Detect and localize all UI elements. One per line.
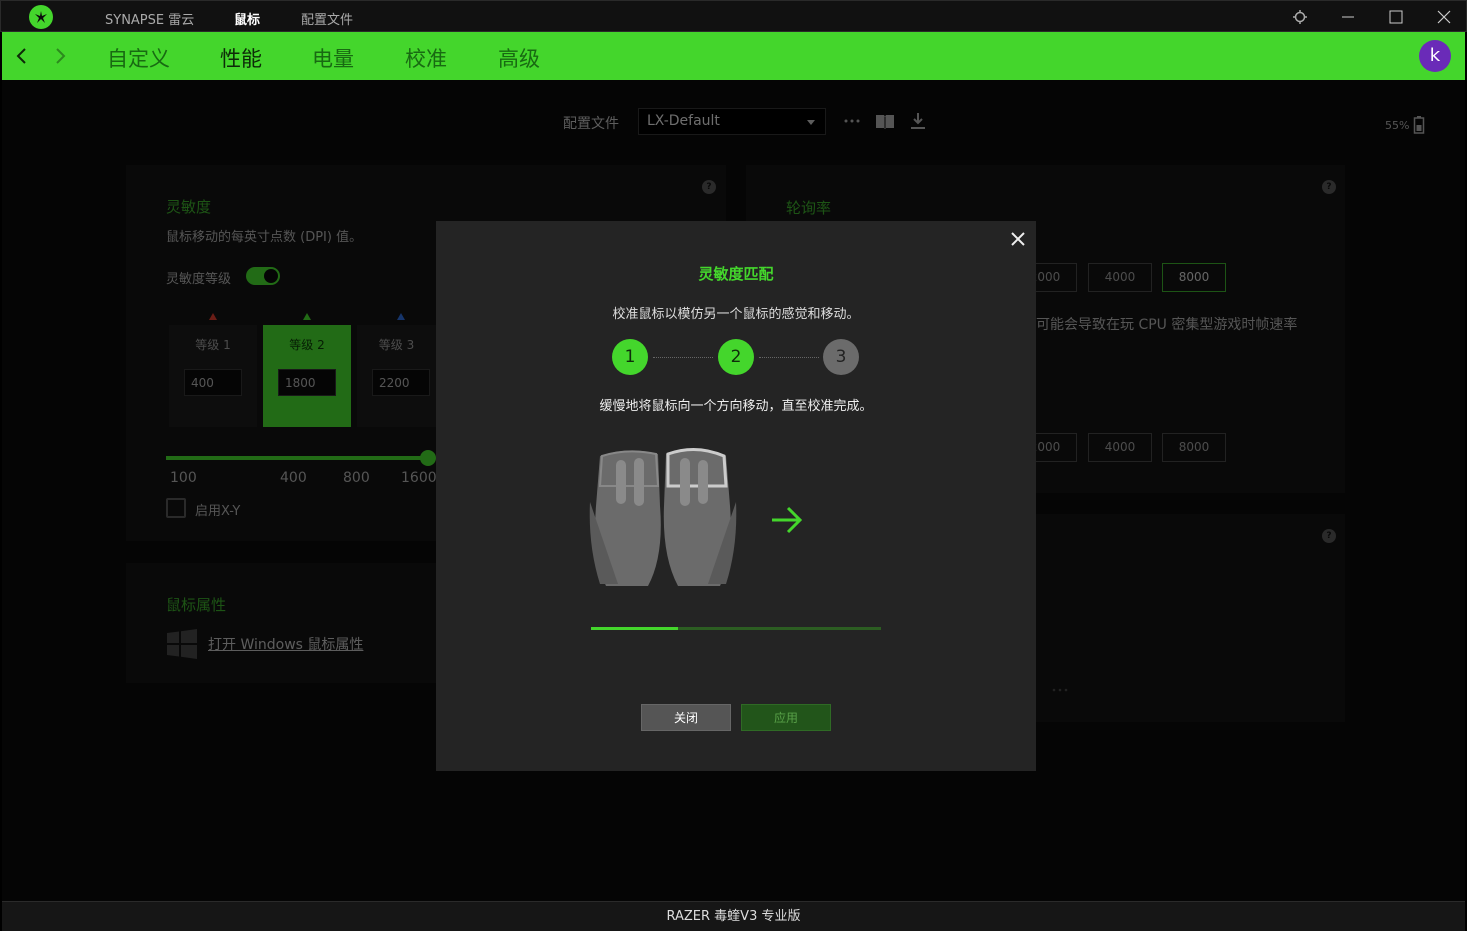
- forward-arrow-icon[interactable]: [50, 46, 70, 66]
- device-name-footer: RAZER 毒蝰V3 专业版: [2, 901, 1465, 931]
- maximize-icon[interactable]: [1386, 7, 1406, 27]
- dialog-title: 灵敏度匹配: [698, 265, 774, 283]
- step-3-indicator: 3: [823, 339, 859, 375]
- close-window-icon[interactable]: [1434, 7, 1454, 27]
- tab-synapse[interactable]: SYNAPSE 雷云: [105, 9, 194, 28]
- calibration-progress-bar: [591, 627, 881, 630]
- minimize-icon[interactable]: [1338, 7, 1358, 27]
- step-2-indicator: 2: [718, 339, 754, 375]
- title-bar: SYNAPSE 雷云 鼠标 配置文件: [0, 0, 1467, 32]
- mouse-movement-illustration: [589, 448, 803, 586]
- tab-mouse[interactable]: 鼠标: [234, 9, 260, 28]
- close-icon[interactable]: [1010, 231, 1026, 247]
- step-connector: [653, 357, 713, 358]
- tab-performance[interactable]: 性能: [220, 43, 262, 73]
- tab-advanced[interactable]: 高级: [498, 43, 540, 73]
- razer-logo-icon[interactable]: [29, 5, 53, 29]
- sensitivity-matching-dialog: 灵敏度匹配 校准鼠标以模仿另一个鼠标的感觉和移动。 1 2 3 缓慢地将鼠标向一…: [436, 221, 1036, 771]
- nav-bar: 自定义 性能 电量 校准 高级 k: [2, 32, 1465, 80]
- apply-button[interactable]: 应用: [741, 704, 831, 731]
- settings-gear-icon[interactable]: [1290, 7, 1310, 27]
- step-connector: [759, 357, 819, 358]
- tab-calibration[interactable]: 校准: [405, 43, 447, 73]
- calibration-progress-fill: [591, 627, 678, 630]
- dialog-description: 校准鼠标以模仿另一个鼠标的感觉和移动。: [612, 307, 860, 322]
- user-avatar[interactable]: k: [1419, 40, 1451, 72]
- tab-power[interactable]: 电量: [312, 43, 354, 73]
- step-1-indicator: 1: [612, 339, 648, 375]
- close-button[interactable]: 关闭: [641, 704, 731, 731]
- tab-profiles[interactable]: 配置文件: [301, 9, 353, 28]
- back-arrow-icon[interactable]: [12, 46, 32, 66]
- tab-customize[interactable]: 自定义: [107, 43, 170, 73]
- dialog-instruction: 缓慢地将鼠标向一个方向移动，直至校准完成。: [599, 399, 873, 414]
